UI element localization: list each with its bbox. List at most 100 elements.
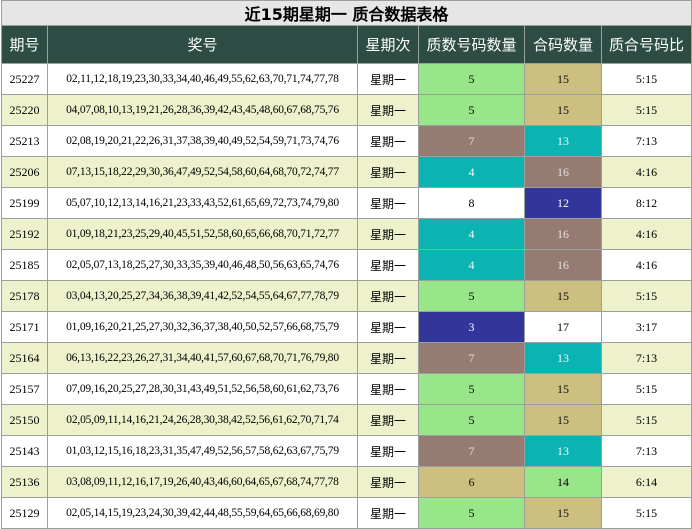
issue-cell: 25220 [1,94,48,126]
table-title: 近15期星期一 质合数据表格 [1,0,692,26]
issue-cell: 25206 [1,156,48,188]
weekday-cell: 星期一 [357,466,419,498]
numbers-cell: 02,08,19,20,21,22,26,31,37,38,39,40,49,5… [47,125,358,157]
prime-count-cell: 4 [418,249,525,281]
weekday-cell: 星期一 [357,280,419,312]
prime-count-cell: 5 [418,497,525,529]
composite-count-cell: 15 [524,373,602,405]
numbers-cell: 07,13,15,18,22,29,30,36,47,49,52,54,58,6… [47,156,358,188]
issue-cell: 25192 [1,218,48,250]
issue-cell: 25213 [1,125,48,157]
ratio-cell: 7:13 [601,125,692,157]
numbers-cell: 03,04,13,20,25,27,34,36,38,39,41,42,52,5… [47,280,358,312]
issue-cell: 25178 [1,280,48,312]
table-row: 25206 07,13,15,18,22,29,30,36,47,49,52,54… [1,156,692,188]
numbers-cell: 02,11,12,18,19,23,30,33,34,40,46,49,55,6… [47,63,358,95]
weekday-cell: 星期一 [357,435,419,467]
composite-count-cell: 15 [524,63,602,95]
weekday-cell: 星期一 [357,311,419,343]
composite-count-cell: 16 [524,249,602,281]
weekday-cell: 星期一 [357,249,419,281]
ratio-cell: 4:16 [601,249,692,281]
issue-cell: 25150 [1,404,48,436]
numbers-cell: 02,05,09,11,14,16,21,24,26,28,30,38,42,5… [47,404,358,436]
table-row: 25192 01,09,18,21,23,25,29,40,45,51,52,58… [1,218,692,250]
numbers-cell: 06,13,16,22,23,26,27,31,34,40,41,57,60,6… [47,342,358,374]
issue-cell: 25199 [1,187,48,219]
weekday-cell: 星期一 [357,373,419,405]
header-composite-count: 合码数量 [524,25,602,64]
weekday-cell: 星期一 [357,497,419,529]
prime-count-cell: 5 [418,63,525,95]
ratio-cell: 5:15 [601,94,692,126]
composite-count-cell: 13 [524,435,602,467]
numbers-cell: 02,05,07,13,18,25,27,30,33,35,39,40,46,4… [47,249,358,281]
table-row: 25164 06,13,16,22,23,26,27,31,34,40,41,57… [1,342,692,374]
ratio-cell: 3:17 [601,311,692,343]
composite-count-cell: 15 [524,280,602,312]
numbers-cell: 01,09,16,20,21,25,27,30,32,36,37,38,40,5… [47,311,358,343]
numbers-cell: 01,09,18,21,23,25,29,40,45,51,52,58,60,6… [47,218,358,250]
header-weekday: 星期次 [357,25,419,64]
issue-cell: 25143 [1,435,48,467]
numbers-cell: 05,07,10,12,13,14,16,21,23,33,43,52,61,6… [47,187,358,219]
header-ratio: 质合号码比 [601,25,692,64]
prime-count-cell: 5 [418,280,525,312]
composite-count-cell: 17 [524,311,602,343]
numbers-cell: 01,03,12,15,16,18,23,31,35,47,49,52,56,5… [47,435,358,467]
table-row: 25185 02,05,07,13,18,25,27,30,33,35,39,40… [1,249,692,281]
ratio-cell: 5:15 [601,373,692,405]
prime-count-cell: 5 [418,404,525,436]
ratio-cell: 7:13 [601,435,692,467]
table-row: 25150 02,05,09,11,14,16,21,24,26,28,30,38… [1,404,692,436]
composite-count-cell: 14 [524,466,602,498]
ratio-cell: 5:15 [601,63,692,95]
table-row: 25199 05,07,10,12,13,14,16,21,23,33,43,52… [1,187,692,219]
ratio-cell: 5:15 [601,404,692,436]
composite-count-cell: 15 [524,497,602,529]
table-row: 25178 03,04,13,20,25,27,34,36,38,39,41,42… [1,280,692,312]
prime-count-cell: 4 [418,218,525,250]
ratio-cell: 7:13 [601,342,692,374]
weekday-cell: 星期一 [357,125,419,157]
issue-cell: 25136 [1,466,48,498]
prime-count-cell: 4 [418,156,525,188]
weekday-cell: 星期一 [357,63,419,95]
header-numbers: 奖号 [47,25,358,64]
composite-count-cell: 16 [524,218,602,250]
table-row: 25157 07,09,16,20,25,27,28,30,31,43,49,51… [1,373,692,405]
table-row: 25129 02,05,14,15,19,23,24,30,39,42,44,48… [1,497,692,529]
issue-cell: 25129 [1,497,48,529]
table-row: 25143 01,03,12,15,16,18,23,31,35,47,49,52… [1,435,692,467]
ratio-cell: 6:14 [601,466,692,498]
prime-count-cell: 7 [418,342,525,374]
ratio-cell: 4:16 [601,156,692,188]
table-row: 25227 02,11,12,18,19,23,30,33,34,40,46,49… [1,63,692,95]
weekday-cell: 星期一 [357,342,419,374]
prime-count-cell: 5 [418,373,525,405]
composite-count-cell: 15 [524,94,602,126]
composite-count-cell: 13 [524,125,602,157]
header-issue: 期号 [1,25,48,64]
composite-count-cell: 13 [524,342,602,374]
prime-count-cell: 6 [418,466,525,498]
ratio-cell: 5:15 [601,280,692,312]
issue-cell: 25157 [1,373,48,405]
table-body: 25227 02,11,12,18,19,23,30,33,34,40,46,49… [1,63,692,529]
ratio-cell: 5:15 [601,497,692,529]
prime-count-cell: 3 [418,311,525,343]
numbers-cell: 04,07,08,10,13,19,21,26,28,36,39,42,43,4… [47,94,358,126]
issue-cell: 25227 [1,63,48,95]
weekday-cell: 星期一 [357,156,419,188]
numbers-cell: 07,09,16,20,25,27,28,30,31,43,49,51,52,5… [47,373,358,405]
weekday-cell: 星期一 [357,94,419,126]
prime-count-cell: 8 [418,187,525,219]
weekday-cell: 星期一 [357,218,419,250]
prime-count-cell: 7 [418,125,525,157]
composite-count-cell: 15 [524,404,602,436]
prime-count-cell: 5 [418,94,525,126]
ratio-cell: 8:12 [601,187,692,219]
numbers-cell: 03,08,09,11,12,16,17,19,26,40,43,46,60,6… [47,466,358,498]
table-row: 25220 04,07,08,10,13,19,21,26,28,36,39,42… [1,94,692,126]
issue-cell: 25185 [1,249,48,281]
